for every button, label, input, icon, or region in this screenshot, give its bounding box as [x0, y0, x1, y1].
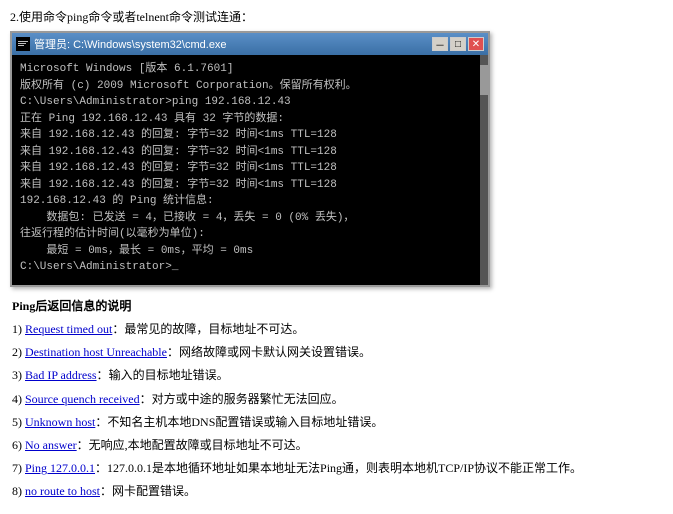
item-text: 对方或中途的服务器繁忙无法回应。 — [152, 392, 344, 406]
cmd-line: 来自 192.168.12.43 的回复: 字节=32 时间<1ms TTL=1… — [20, 160, 472, 177]
item-text: 网卡配置错误。 — [112, 484, 196, 498]
item-label: Bad IP address — [25, 368, 97, 382]
cmd-line: 最短 = 0ms，最长 = 0ms，平均 = 0ms — [20, 243, 472, 260]
item-number: 4) — [12, 392, 25, 406]
item-number: 5) — [12, 415, 25, 429]
item-label: no route to host — [25, 484, 100, 498]
page-container: 2.使用命令ping命令或者telnent命令测试连通： 管理员: C:\Win… — [0, 0, 673, 514]
cmd-line: 来自 192.168.12.43 的回复: 字节=32 时间<1ms TTL=1… — [20, 144, 472, 161]
ping-info-item: 5) Unknown host：不知名主机本地DNS配置错误或输入目标地址错误。 — [12, 413, 661, 432]
item-number: 2) — [12, 345, 25, 359]
ping-info-item: 3) Bad IP address：输入的目标地址错误。 — [12, 366, 661, 385]
cmd-line: 192.168.12.43 的 Ping 统计信息: — [20, 193, 472, 210]
item-colon: ： — [100, 484, 112, 498]
item-text: 127.0.0.1是本地循环地址如果本地址无法Ping通，则表明本地机TCP/I… — [107, 461, 582, 475]
item-colon: ：无响应,本地配置故障或目标地址不可达。 — [77, 438, 308, 452]
ping-info-section: Ping后返回信息的说明 1) Request timed out：最常见的故障… — [10, 297, 663, 502]
item-text: 网络故障或网卡默认网关设置错误。 — [179, 345, 371, 359]
item-colon: ： — [112, 322, 124, 336]
ping-info-item: 4) Source quench received：对方或中途的服务器繁忙无法回… — [12, 390, 661, 409]
cmd-line: 正在 Ping 192.168.12.43 具有 32 字节的数据: — [20, 111, 472, 128]
cmd-title: 管理员: C:\Windows\system32\cmd.exe — [34, 36, 227, 52]
item-text: 不知名主机本地DNS配置错误或输入目标地址错误。 — [107, 415, 383, 429]
cmd-line: 版权所有 (c) 2009 Microsoft Corporation。保留所有… — [20, 78, 472, 95]
cmd-body-wrapper: Microsoft Windows [版本 6.1.7601]版权所有 (c) … — [12, 55, 488, 285]
ping-info-item: 8) no route to host：网卡配置错误。 — [12, 482, 661, 501]
cmd-line: 往返行程的估计时间(以毫秒为单位): — [20, 226, 472, 243]
item-number: 6) — [12, 438, 25, 452]
item-text: 输入的目标地址错误。 — [109, 368, 229, 382]
cmd-scrollbar-thumb[interactable] — [480, 65, 488, 95]
cmd-line: C:\Users\Administrator>ping 192.168.12.4… — [20, 94, 472, 111]
item-text: 最常见的故障，目标地址不可达。 — [124, 322, 304, 336]
ping-info-item: 1) Request timed out：最常见的故障，目标地址不可达。 — [12, 320, 661, 339]
item-number: 3) — [12, 368, 25, 382]
item-label: Destination host Unreachable — [25, 345, 167, 359]
cmd-titlebar-buttons: － □ ✕ — [432, 37, 484, 51]
item-label: Ping 127.0.0.1 — [25, 461, 95, 475]
item-number: 7) — [12, 461, 25, 475]
item-label: Request timed out — [25, 322, 112, 336]
item-number: 1) — [12, 322, 25, 336]
cmd-titlebar-left: 管理员: C:\Windows\system32\cmd.exe — [16, 36, 227, 52]
ping-info-title: Ping后返回信息的说明 — [12, 297, 661, 314]
cmd-line: Microsoft Windows [版本 6.1.7601] — [20, 61, 472, 78]
cmd-scrollbar[interactable] — [480, 55, 488, 285]
cmd-line: 数据包: 已发送 = 4，已接收 = 4，丢失 = 0 (0% 丢失)， — [20, 210, 472, 227]
cmd-line: C:\Users\Administrator>_ — [20, 259, 472, 276]
item-label: No answer — [25, 438, 77, 452]
item-label: Unknown host — [25, 415, 95, 429]
cmd-line: 来自 192.168.12.43 的回复: 字节=32 时间<1ms TTL=1… — [20, 127, 472, 144]
ping-info-item: 7) Ping 127.0.0.1：127.0.0.1是本地循环地址如果本地址无… — [12, 459, 661, 478]
ping-info-item: 2) Destination host Unreachable：网络故障或网卡默… — [12, 343, 661, 362]
minimize-button[interactable]: － — [432, 37, 448, 51]
ping-info-item: 6) No answer：无响应,本地配置故障或目标地址不可达。 — [12, 436, 661, 455]
ping-items-container: 1) Request timed out：最常见的故障，目标地址不可达。2) D… — [12, 320, 661, 502]
close-button[interactable]: ✕ — [468, 37, 484, 51]
cmd-line: 来自 192.168.12.43 的回复: 字节=32 时间<1ms TTL=1… — [20, 177, 472, 194]
item-colon: ： — [140, 392, 152, 406]
maximize-button[interactable]: □ — [450, 37, 466, 51]
intro-text: 2.使用命令ping命令或者telnent命令测试连通： — [10, 8, 663, 25]
item-colon: ： — [167, 345, 179, 359]
cmd-body: Microsoft Windows [版本 6.1.7601]版权所有 (c) … — [12, 55, 480, 285]
item-colon: ： — [97, 368, 109, 382]
cmd-window: 管理员: C:\Windows\system32\cmd.exe － □ ✕ M… — [10, 31, 490, 287]
cmd-titlebar: 管理员: C:\Windows\system32\cmd.exe － □ ✕ — [12, 33, 488, 55]
cmd-icon — [16, 37, 30, 51]
item-label: Source quench received — [25, 392, 140, 406]
item-colon: ： — [95, 415, 107, 429]
item-colon: ： — [95, 461, 107, 475]
item-number: 8) — [12, 484, 25, 498]
